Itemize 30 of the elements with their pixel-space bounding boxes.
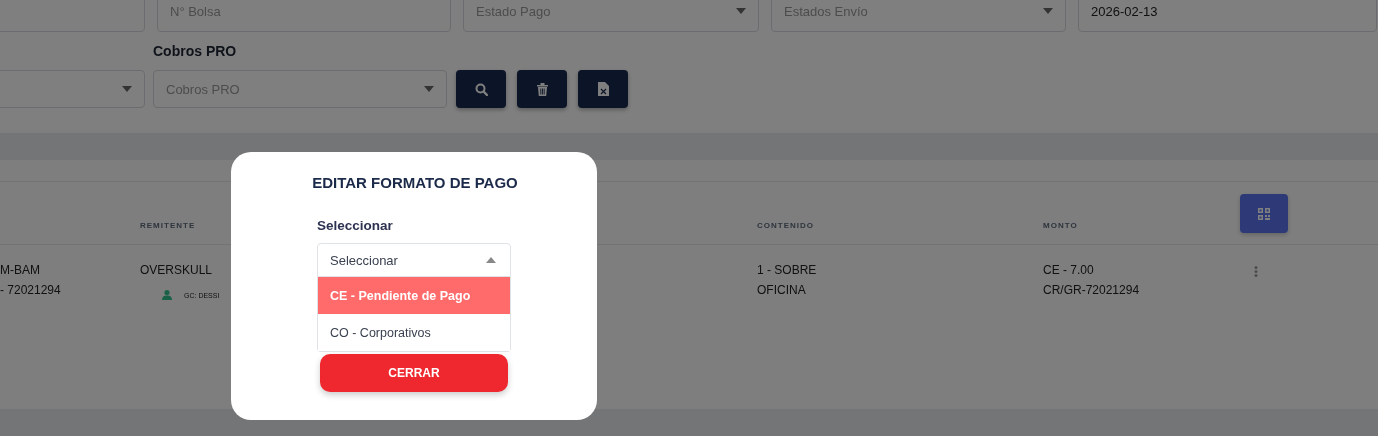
table-cell-text: CE - 7.00 CR/GR-72021294 (1043, 262, 1140, 299)
field-label: Seleccionar (317, 218, 394, 233)
spreadsheet-file-icon (597, 82, 609, 96)
dropdown-option[interactable]: CE - Pendiente de Pago (318, 277, 510, 314)
table-cell-text: M-BAM - 72021294 (0, 262, 61, 299)
search-button[interactable] (456, 70, 506, 108)
select-field[interactable]: Seleccionar (317, 243, 511, 277)
qr-code-icon (1258, 207, 1270, 220)
qr-code-button[interactable] (1240, 194, 1288, 233)
caret-icon (424, 86, 434, 92)
caret-icon (1043, 8, 1053, 14)
caret-icon (736, 8, 746, 14)
user-icon (162, 290, 172, 300)
delete-button[interactable] (517, 70, 567, 108)
caret-icon (486, 257, 496, 263)
excel-button[interactable] (578, 70, 628, 108)
modal-title: EDITAR FORMATO DE PAGO (311, 174, 519, 191)
input-field[interactable]: 2026-02-13 (1078, 0, 1377, 32)
column-header: CONTENIDO (757, 221, 814, 230)
table-cell-text: OVERSKULL (140, 262, 213, 279)
trash-icon (536, 82, 548, 96)
table-cell-text: 1 - SOBRE OFICINA (757, 262, 817, 299)
close-button[interactable]: CERRAR (320, 354, 508, 392)
search-icon (474, 82, 488, 96)
field-label: Cobros PRO (153, 43, 237, 59)
caret-icon (122, 86, 132, 92)
column-header: REMITENTE (140, 221, 196, 230)
select-field[interactable] (0, 70, 145, 108)
more-options-icon[interactable] (1254, 266, 1258, 277)
column-header: MONTO (1043, 221, 1078, 230)
